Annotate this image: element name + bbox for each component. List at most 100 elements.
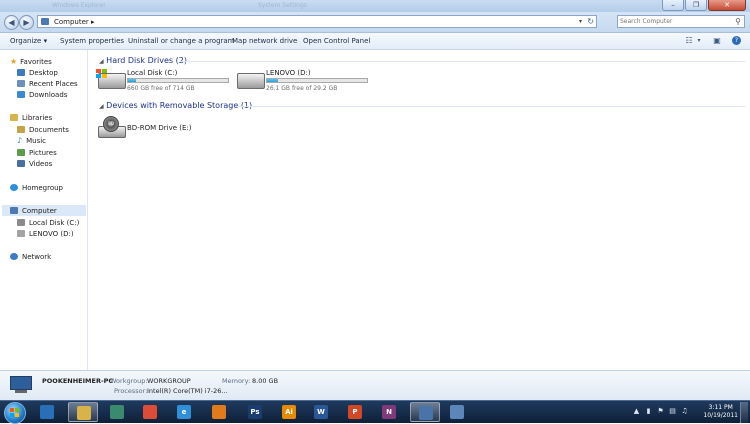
processor-value: Intel(R) Core(TM) i7-26... bbox=[147, 387, 228, 395]
sidebar-item-downloads[interactable]: Downloads bbox=[17, 89, 67, 100]
homegroup-icon bbox=[10, 184, 18, 191]
open-control-panel-button[interactable]: Open Control Panel bbox=[303, 37, 370, 45]
sidebar-item-local-disk[interactable]: Local Disk (C:) bbox=[17, 217, 79, 228]
group-label: Hard Disk Drives (2) bbox=[106, 56, 187, 65]
drive-name: LENOVO (D:) bbox=[266, 69, 311, 77]
hard-drive-icon bbox=[17, 219, 25, 226]
taskbar-button-windows-explorer-pinned[interactable] bbox=[68, 402, 98, 422]
sidebar-item-favorites[interactable]: ★ Favorites bbox=[10, 56, 52, 67]
taskbar-button-firefox-app[interactable] bbox=[204, 402, 234, 422]
show-hidden-icons[interactable]: ▲ bbox=[633, 408, 640, 415]
drive-name: BD-ROM Drive (E:) bbox=[127, 124, 192, 132]
search-input[interactable] bbox=[620, 16, 730, 27]
taskbar-button-ie-app[interactable]: e bbox=[169, 402, 199, 422]
search-icon[interactable]: ⚲ bbox=[735, 17, 741, 26]
computer-icon bbox=[41, 18, 49, 25]
help-icon[interactable]: ? bbox=[732, 36, 741, 45]
show-desktop-button[interactable] bbox=[740, 402, 748, 423]
drive-lenovo[interactable]: LENOVO (D:) 26.1 GB free of 29.2 GB bbox=[237, 69, 372, 95]
sidebar-item-label: Downloads bbox=[29, 90, 68, 99]
windows-explorer-pinned-icon bbox=[77, 406, 91, 420]
refresh-icon[interactable]: ↻ bbox=[587, 17, 594, 26]
sidebar-item-label: Videos bbox=[29, 159, 53, 168]
search-box[interactable]: ⚲ bbox=[617, 15, 745, 28]
drive-local-disk[interactable]: Local Disk (C:) 660 GB free of 714 GB bbox=[96, 69, 233, 95]
system-tray: ▲ ▮ ⚑ ▤ ♫ 3:11 PM 10/19/2011 bbox=[628, 402, 748, 423]
view-options-icon[interactable]: ▾ bbox=[694, 36, 704, 45]
downloads-icon bbox=[17, 91, 25, 98]
sidebar-item-label: Favorites bbox=[20, 57, 52, 66]
taskbar-button-onenote-app[interactable]: N bbox=[374, 402, 404, 422]
preview-pane-icon[interactable]: ▣ bbox=[712, 36, 722, 45]
sidebar-item-label: Documents bbox=[29, 125, 69, 134]
taskbar: e Ps Ai W P N ▲ ▮ ⚑ ▤ ♫ 3:11 PM 10/19/2011 bbox=[0, 400, 750, 424]
action-center-icon[interactable]: ⚑ bbox=[657, 408, 664, 415]
sidebar-item-label: Pictures bbox=[29, 148, 57, 157]
network-icon[interactable]: ▤ bbox=[669, 408, 676, 415]
sidebar-item-network[interactable]: Network bbox=[10, 251, 51, 262]
sidebar-item-computer[interactable]: Computer bbox=[2, 205, 86, 216]
taskbar-button-chrome-app[interactable] bbox=[135, 402, 165, 422]
taskbar-button-explorer-app[interactable] bbox=[32, 402, 62, 422]
drive-bd-rom[interactable]: BD BD-ROM Drive (E:) bbox=[98, 116, 208, 140]
processor-label: Processor: bbox=[114, 387, 148, 395]
group-hard-disk-drives[interactable]: ◢ Hard Disk Drives (2) bbox=[99, 56, 187, 65]
ie-app-icon: e bbox=[177, 405, 191, 419]
start-button[interactable] bbox=[4, 402, 26, 424]
sidebar-item-videos[interactable]: Videos bbox=[17, 158, 52, 169]
music-icon: ♪ bbox=[17, 136, 23, 145]
forward-button[interactable]: ▶ bbox=[19, 15, 34, 30]
uninstall-program-button[interactable]: Uninstall or change a program bbox=[128, 37, 235, 45]
taskbar-button-illustrator-app[interactable]: Ai bbox=[274, 402, 304, 422]
content-pane: ◢ Hard Disk Drives (2) Local Disk (C:) 6… bbox=[88, 50, 750, 370]
close-button[interactable]: ✕ bbox=[708, 0, 746, 11]
taskbar-button-word-app[interactable]: W bbox=[306, 402, 336, 422]
desktop-icon bbox=[17, 69, 25, 76]
connect-app-icon bbox=[450, 405, 464, 419]
sidebar-item-homegroup[interactable]: Homegroup bbox=[10, 182, 63, 193]
address-bar[interactable]: Computer ▸ ▾ ↻ bbox=[37, 15, 597, 28]
address-history-icon[interactable]: ▾ bbox=[579, 18, 582, 25]
onenote-app-icon: N bbox=[382, 405, 396, 419]
system-properties-button[interactable]: System properties bbox=[60, 37, 124, 45]
collapse-icon: ◢ bbox=[99, 58, 104, 65]
window-title-secondary: System Settings bbox=[258, 2, 307, 9]
capacity-bar bbox=[266, 78, 368, 83]
battery-icon[interactable]: ▮ bbox=[645, 408, 652, 415]
sidebar-item-lenovo[interactable]: LENOVO (D:) bbox=[17, 228, 74, 239]
breadcrumb-computer[interactable]: Computer ▸ bbox=[54, 18, 95, 26]
taskbar-button-powerpoint-app[interactable]: P bbox=[340, 402, 370, 422]
capacity-fill bbox=[267, 79, 278, 82]
title-bar: Windows Explorer System Settings – ❐ ✕ bbox=[0, 0, 750, 12]
sidebar-item-label: Homegroup bbox=[22, 183, 64, 192]
minimize-button[interactable]: – bbox=[662, 0, 684, 11]
sidebar-item-recent-places[interactable]: Recent Places bbox=[17, 78, 78, 89]
collapse-icon: ◢ bbox=[99, 103, 104, 110]
volume-icon[interactable]: ♫ bbox=[681, 408, 688, 415]
sidebar-item-documents[interactable]: Documents bbox=[17, 124, 69, 135]
sidebar-item-pictures[interactable]: Pictures bbox=[17, 147, 57, 158]
windows-logo-icon bbox=[10, 408, 20, 418]
taskbar-button-connect-app[interactable] bbox=[442, 402, 472, 422]
sidebar-item-libraries[interactable]: Libraries bbox=[10, 112, 52, 123]
back-button[interactable]: ◀ bbox=[4, 15, 19, 30]
network-icon bbox=[10, 253, 18, 260]
group-removable-storage[interactable]: ◢ Devices with Removable Storage (1) bbox=[99, 101, 252, 110]
maximize-button[interactable]: ❐ bbox=[685, 0, 707, 11]
sidebar-item-desktop[interactable]: Desktop bbox=[17, 67, 58, 78]
taskbar-button-photoshop-app[interactable]: Ps bbox=[240, 402, 270, 422]
taskbar-button-explorer-active-app[interactable] bbox=[410, 402, 440, 422]
explorer-app-icon bbox=[40, 405, 54, 419]
sidebar-item-label: Desktop bbox=[29, 68, 58, 77]
taskbar-button-generic-app[interactable] bbox=[102, 402, 132, 422]
change-view-icon[interactable]: ☷ bbox=[684, 36, 694, 45]
sidebar-item-label: Libraries bbox=[22, 113, 53, 122]
group-divider bbox=[180, 61, 745, 62]
optical-drive-icon: BD bbox=[98, 116, 126, 138]
group-label: Devices with Removable Storage (1) bbox=[106, 101, 253, 110]
hard-drive-icon bbox=[96, 69, 126, 89]
clock[interactable]: 3:11 PM 10/19/2011 bbox=[703, 404, 738, 420]
organize-button[interactable]: Organize ▾ bbox=[10, 37, 47, 45]
map-network-drive-button[interactable]: Map network drive bbox=[232, 37, 297, 45]
sidebar-item-music[interactable]: ♪ Music bbox=[17, 135, 46, 146]
